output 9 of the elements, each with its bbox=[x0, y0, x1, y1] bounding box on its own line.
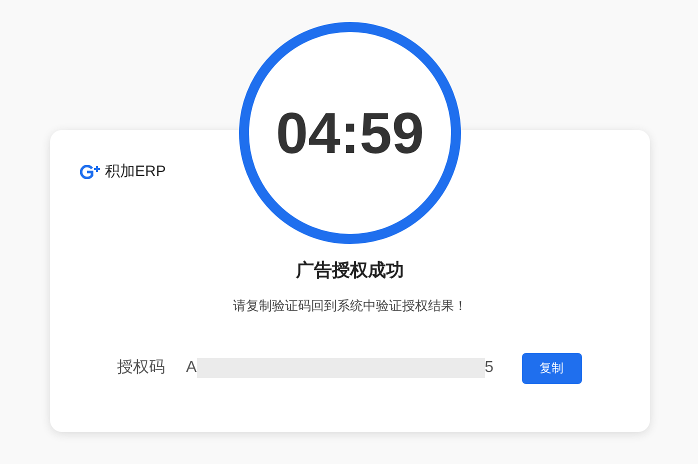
code-label: 授权码 bbox=[117, 358, 166, 378]
copy-button[interactable]: 复制 bbox=[522, 352, 582, 384]
code-start: A bbox=[186, 358, 197, 378]
brand-name: 积加ERP bbox=[105, 164, 166, 179]
code-end: 5 bbox=[484, 358, 494, 378]
countdown-timer: 04:59 bbox=[276, 100, 424, 168]
logo-icon bbox=[80, 164, 101, 178]
instruction-text: 请复制验证码回到系统中验证授权结果！ bbox=[233, 297, 467, 315]
success-title: 广告授权成功 bbox=[296, 259, 404, 282]
